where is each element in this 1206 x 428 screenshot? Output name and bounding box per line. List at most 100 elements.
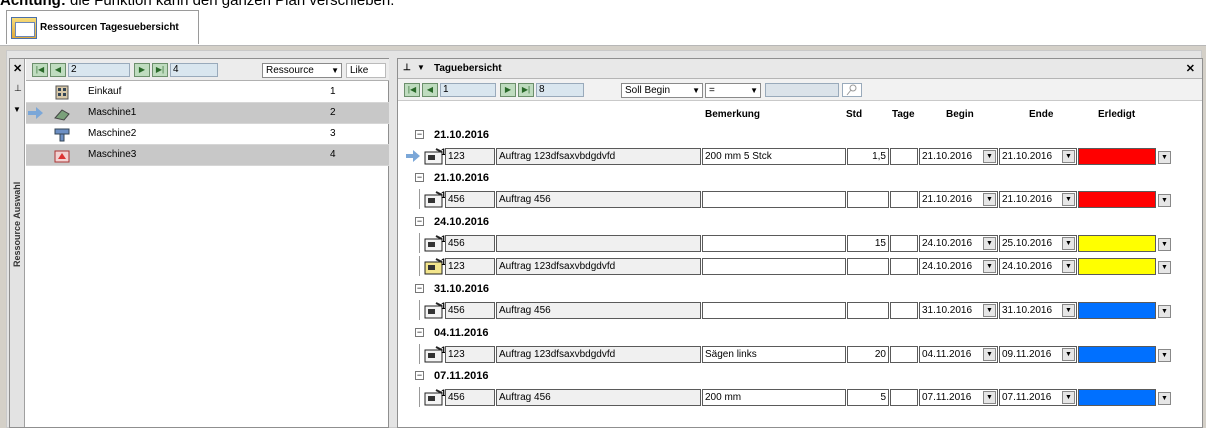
order-icon[interactable]: 1 — [423, 344, 447, 363]
first-record-button[interactable]: |◀ — [404, 83, 420, 97]
hours-cell[interactable] — [847, 191, 889, 208]
collapse-toggle-icon[interactable]: − — [415, 217, 424, 226]
prev-record-button[interactable]: ◀ — [422, 83, 438, 97]
begin-date-picker[interactable]: 24.10.2016 ▼ — [919, 258, 998, 275]
order-icon[interactable]: 1 — [423, 146, 447, 165]
done-color-select[interactable]: ▼ — [1078, 346, 1171, 363]
days-cell[interactable] — [890, 389, 918, 406]
order-icon[interactable]: 1 — [423, 300, 447, 319]
remark-cell[interactable]: 200 mm 5 Stck — [702, 148, 846, 165]
begin-date-picker[interactable]: 21.10.2016 ▼ — [919, 148, 998, 165]
chevron-down-icon[interactable]: ▼ — [983, 348, 996, 361]
order-text-cell[interactable]: Auftrag 456 — [496, 302, 701, 319]
days-cell[interactable] — [890, 235, 918, 252]
filter-select[interactable]: Like — [346, 63, 386, 78]
hours-cell[interactable] — [847, 302, 889, 319]
days-cell[interactable] — [890, 258, 918, 275]
done-color-select[interactable]: ▼ — [1078, 389, 1171, 406]
first-record-button[interactable]: |◀ — [32, 63, 48, 77]
end-date-picker[interactable]: 07.11.2016 ▼ — [999, 389, 1077, 406]
done-color-select[interactable]: ▼ — [1078, 258, 1171, 275]
chevron-down-icon[interactable]: ▼ — [983, 237, 996, 250]
end-date-picker[interactable]: 21.10.2016 ▼ — [999, 191, 1077, 208]
operator-select[interactable]: = ▼ — [705, 83, 761, 98]
next-record-button[interactable]: ▶ — [500, 83, 516, 97]
begin-date-picker[interactable]: 07.11.2016 ▼ — [919, 389, 998, 406]
hours-cell[interactable] — [847, 258, 889, 275]
chevron-down-icon[interactable]: ▼ — [983, 193, 996, 206]
order-id-cell[interactable]: 123 — [445, 148, 495, 165]
field-select[interactable]: Soll Begin ▼ — [621, 83, 703, 98]
remark-cell[interactable] — [702, 302, 846, 319]
order-icon[interactable]: 1 — [423, 256, 447, 275]
order-text-cell[interactable]: Auftrag 123dfsaxvbdgdvfd — [496, 148, 701, 165]
order-id-cell[interactable]: 456 — [445, 191, 495, 208]
end-date-picker[interactable]: 25.10.2016 ▼ — [999, 235, 1077, 252]
table-row[interactable]: 1 123 Auftrag 123dfsaxvbdgdvfd 24.10.2016 ▼ 2… — [412, 256, 1172, 276]
begin-date-picker[interactable]: 21.10.2016 ▼ — [919, 191, 998, 208]
list-item[interactable]: Einkauf 1 — [26, 82, 389, 103]
hours-cell[interactable]: 5 — [847, 389, 889, 406]
order-text-cell[interactable]: Auftrag 123dfsaxvbdgdvfd — [496, 258, 701, 275]
chevron-down-icon[interactable]: ▼ — [1158, 151, 1171, 164]
order-text-cell[interactable] — [496, 235, 701, 252]
last-record-button[interactable]: ▶| — [518, 83, 534, 97]
column-select[interactable]: Ressource ▼ — [262, 63, 342, 78]
dropdown-icon[interactable]: ▼ — [417, 63, 425, 72]
pin-icon[interactable]: ⊥ — [14, 83, 22, 94]
dropdown-icon[interactable]: ▼ — [13, 105, 21, 114]
done-color-select[interactable]: ▼ — [1078, 235, 1171, 252]
collapse-toggle-icon[interactable]: − — [415, 130, 424, 139]
order-icon[interactable]: 1 — [423, 233, 447, 252]
close-icon[interactable]: ✕ — [1186, 62, 1195, 75]
chevron-down-icon[interactable]: ▼ — [1158, 305, 1171, 318]
done-color-select[interactable]: ▼ — [1078, 191, 1171, 208]
hours-cell[interactable]: 1,5 — [847, 148, 889, 165]
order-id-cell[interactable]: 456 — [445, 302, 495, 319]
chevron-down-icon[interactable]: ▼ — [1062, 391, 1075, 404]
chevron-down-icon[interactable]: ▼ — [1158, 392, 1171, 405]
chevron-down-icon[interactable]: ▼ — [983, 260, 996, 273]
chevron-down-icon[interactable]: ▼ — [983, 150, 996, 163]
chevron-down-icon[interactable]: ▼ — [983, 391, 996, 404]
days-cell[interactable] — [890, 302, 918, 319]
order-text-cell[interactable]: Auftrag 456 — [496, 191, 701, 208]
remark-cell[interactable] — [702, 258, 846, 275]
next-record-button[interactable]: ▶ — [134, 63, 150, 77]
chevron-down-icon[interactable]: ▼ — [1062, 150, 1075, 163]
list-item[interactable]: Maschine3 4 — [26, 145, 389, 166]
order-icon[interactable]: 1 — [423, 189, 447, 208]
table-row[interactable]: 1 123 Auftrag 123dfsaxvbdgdvfd Sägen links 2… — [412, 344, 1172, 364]
order-id-cell[interactable]: 456 — [445, 235, 495, 252]
days-cell[interactable] — [890, 346, 918, 363]
list-item[interactable]: Maschine1 2 — [26, 103, 389, 124]
chevron-down-icon[interactable]: ▼ — [1062, 193, 1075, 206]
end-date-picker[interactable]: 09.11.2016 ▼ — [999, 346, 1077, 363]
collapse-toggle-icon[interactable]: − — [415, 328, 424, 337]
end-date-picker[interactable]: 24.10.2016 ▼ — [999, 258, 1077, 275]
remark-cell[interactable]: 200 mm — [702, 389, 846, 406]
tab-ressourcen-tagesuebersicht[interactable]: Ressourcen Tagesuebersicht — [6, 10, 199, 44]
collapse-toggle-icon[interactable]: − — [415, 173, 424, 182]
current-record-input[interactable]: 1 — [440, 83, 496, 97]
order-id-cell[interactable]: 456 — [445, 389, 495, 406]
begin-date-picker[interactable]: 24.10.2016 ▼ — [919, 235, 998, 252]
remark-cell[interactable] — [702, 191, 846, 208]
end-date-picker[interactable]: 31.10.2016 ▼ — [999, 302, 1077, 319]
done-color-select[interactable]: ▼ — [1078, 302, 1171, 319]
chevron-down-icon[interactable]: ▼ — [983, 304, 996, 317]
order-icon[interactable]: 1 — [423, 387, 447, 406]
hours-cell[interactable]: 15 — [847, 235, 889, 252]
last-record-button[interactable]: ▶| — [152, 63, 168, 77]
filter-value-input[interactable] — [765, 83, 839, 97]
days-cell[interactable] — [890, 148, 918, 165]
table-row[interactable]: 1 456 Auftrag 456 200 mm 5 07.11.2016 ▼ 07.11.2… — [412, 387, 1172, 407]
remark-cell[interactable]: Sägen links — [702, 346, 846, 363]
order-text-cell[interactable]: Auftrag 123dfsaxvbdgdvfd — [496, 346, 701, 363]
done-color-select[interactable]: ▼ — [1078, 148, 1171, 165]
hours-cell[interactable]: 20 — [847, 346, 889, 363]
begin-date-picker[interactable]: 04.11.2016 ▼ — [919, 346, 998, 363]
chevron-down-icon[interactable]: ▼ — [1062, 237, 1075, 250]
chevron-down-icon[interactable]: ▼ — [1062, 260, 1075, 273]
chevron-down-icon[interactable]: ▼ — [1158, 238, 1171, 251]
